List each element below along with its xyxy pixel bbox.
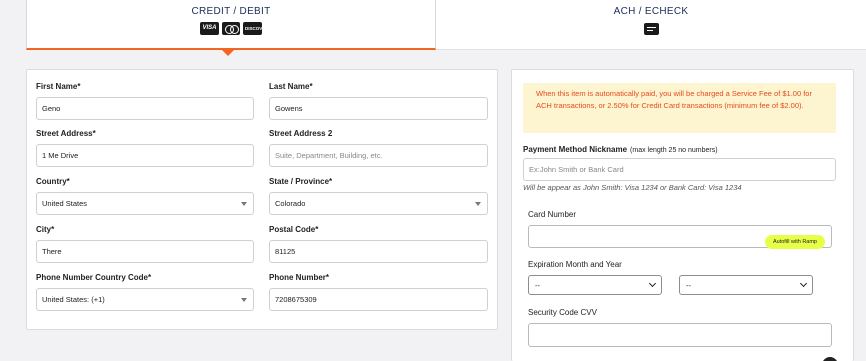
expiration-label: Expiration Month and Year bbox=[528, 260, 622, 269]
tab-credit-debit-label: CREDIT / DEBIT bbox=[191, 6, 271, 17]
phone-number-group: Phone Number* 7208675309 bbox=[269, 273, 488, 311]
street-address-2-label: Street Address 2 bbox=[269, 129, 333, 138]
phone-number-label: Phone Number* bbox=[269, 273, 330, 282]
phone-country-code-label: Phone Number Country Code* bbox=[36, 273, 152, 282]
service-fee-notice: When this item is automatically paid, yo… bbox=[523, 83, 836, 133]
cvv-label: Security Code CVV bbox=[528, 308, 597, 317]
state-value: Colorado bbox=[275, 199, 306, 208]
billing-address-panel: First Name* Geno Last Name* Gowens Stree… bbox=[26, 69, 498, 330]
phone-number-input[interactable]: 7208675309 bbox=[269, 288, 488, 311]
nickname-hint: (max length 25 no numbers) bbox=[630, 147, 718, 154]
tab-ach-echeck[interactable]: ACH / ECHECK bbox=[436, 0, 866, 50]
postal-code-group: Postal Code* 81125 bbox=[269, 225, 488, 263]
payment-details-panel: When this item is automatically paid, yo… bbox=[511, 69, 854, 361]
street-address-input[interactable]: 1 Me Drive bbox=[36, 144, 254, 167]
state-label: State / Province* bbox=[269, 177, 333, 186]
expiration-year-select[interactable]: -- bbox=[679, 275, 813, 295]
chevron-down-icon bbox=[648, 279, 657, 288]
tab-ach-echeck-label: ACH / ECHECK bbox=[613, 6, 689, 17]
year-value: -- bbox=[686, 280, 691, 290]
expiration-month-select[interactable]: -- bbox=[528, 275, 662, 295]
state-group: State / Province* Colorado bbox=[269, 177, 488, 215]
country-group: Country* United States bbox=[36, 177, 254, 215]
card-icons: VISA DISCOVER bbox=[27, 22, 435, 35]
autofill-ramp-button[interactable]: Autofill with Ramp bbox=[764, 235, 825, 249]
state-select[interactable]: Colorado bbox=[269, 192, 488, 215]
street-address-group: Street Address* 1 Me Drive bbox=[36, 129, 254, 167]
street-address-2-input[interactable]: Suite, Department, Building, etc. bbox=[269, 144, 488, 167]
visa-icon: VISA bbox=[200, 22, 219, 35]
tab-credit-debit[interactable]: CREDIT / DEBIT VISA DISCOVER bbox=[26, 0, 436, 50]
first-name-input[interactable]: Geno bbox=[36, 97, 254, 120]
last-name-label: Last Name* bbox=[269, 82, 313, 91]
country-label: Country* bbox=[36, 177, 70, 186]
caret-down-icon bbox=[241, 202, 247, 206]
postal-code-label: Postal Code* bbox=[269, 225, 319, 234]
check-icon bbox=[643, 23, 659, 35]
phone-country-code-select[interactable]: United States: (+1) bbox=[36, 288, 254, 311]
street-address-label: Street Address* bbox=[36, 129, 96, 138]
card-number-input[interactable]: Autofill with Ramp bbox=[528, 225, 832, 249]
city-group: City* There bbox=[36, 225, 254, 263]
nickname-help-text: Will be appear as John Smith: Visa 1234 … bbox=[523, 183, 742, 192]
card-number-label: Card Number bbox=[528, 210, 577, 219]
chevron-down-icon bbox=[799, 279, 808, 288]
first-name-group: First Name* Geno bbox=[36, 82, 254, 120]
last-name-input[interactable]: Gowens bbox=[269, 97, 488, 120]
street-address-2-group: Street Address 2 Suite, Department, Buil… bbox=[269, 129, 488, 167]
mastercard-icon bbox=[222, 22, 240, 35]
last-name-group: Last Name* Gowens bbox=[269, 82, 488, 120]
city-input[interactable]: There bbox=[36, 240, 254, 263]
country-value: United States bbox=[42, 199, 88, 208]
discover-icon: DISCOVER bbox=[243, 22, 269, 35]
payment-method-nickname-label: Payment Method Nickname (max length 25 no… bbox=[523, 145, 718, 154]
payment-method-nickname-input[interactable]: Ex:John Smith or Bank Card bbox=[523, 158, 836, 181]
nickname-label-text: Payment Method Nickname bbox=[523, 145, 628, 154]
city-label: City* bbox=[36, 225, 55, 234]
country-select[interactable]: United States bbox=[36, 192, 254, 215]
phone-country-code-value: United States: (+1) bbox=[42, 295, 105, 304]
cvv-input[interactable] bbox=[528, 323, 832, 347]
month-value: -- bbox=[535, 280, 540, 290]
caret-down-icon bbox=[241, 298, 247, 302]
active-tab-indicator bbox=[222, 50, 234, 56]
first-name-label: First Name* bbox=[36, 82, 81, 91]
caret-down-icon bbox=[475, 202, 481, 206]
postal-code-input[interactable]: 81125 bbox=[269, 240, 488, 263]
phone-country-code-group: Phone Number Country Code* United States… bbox=[36, 273, 254, 311]
